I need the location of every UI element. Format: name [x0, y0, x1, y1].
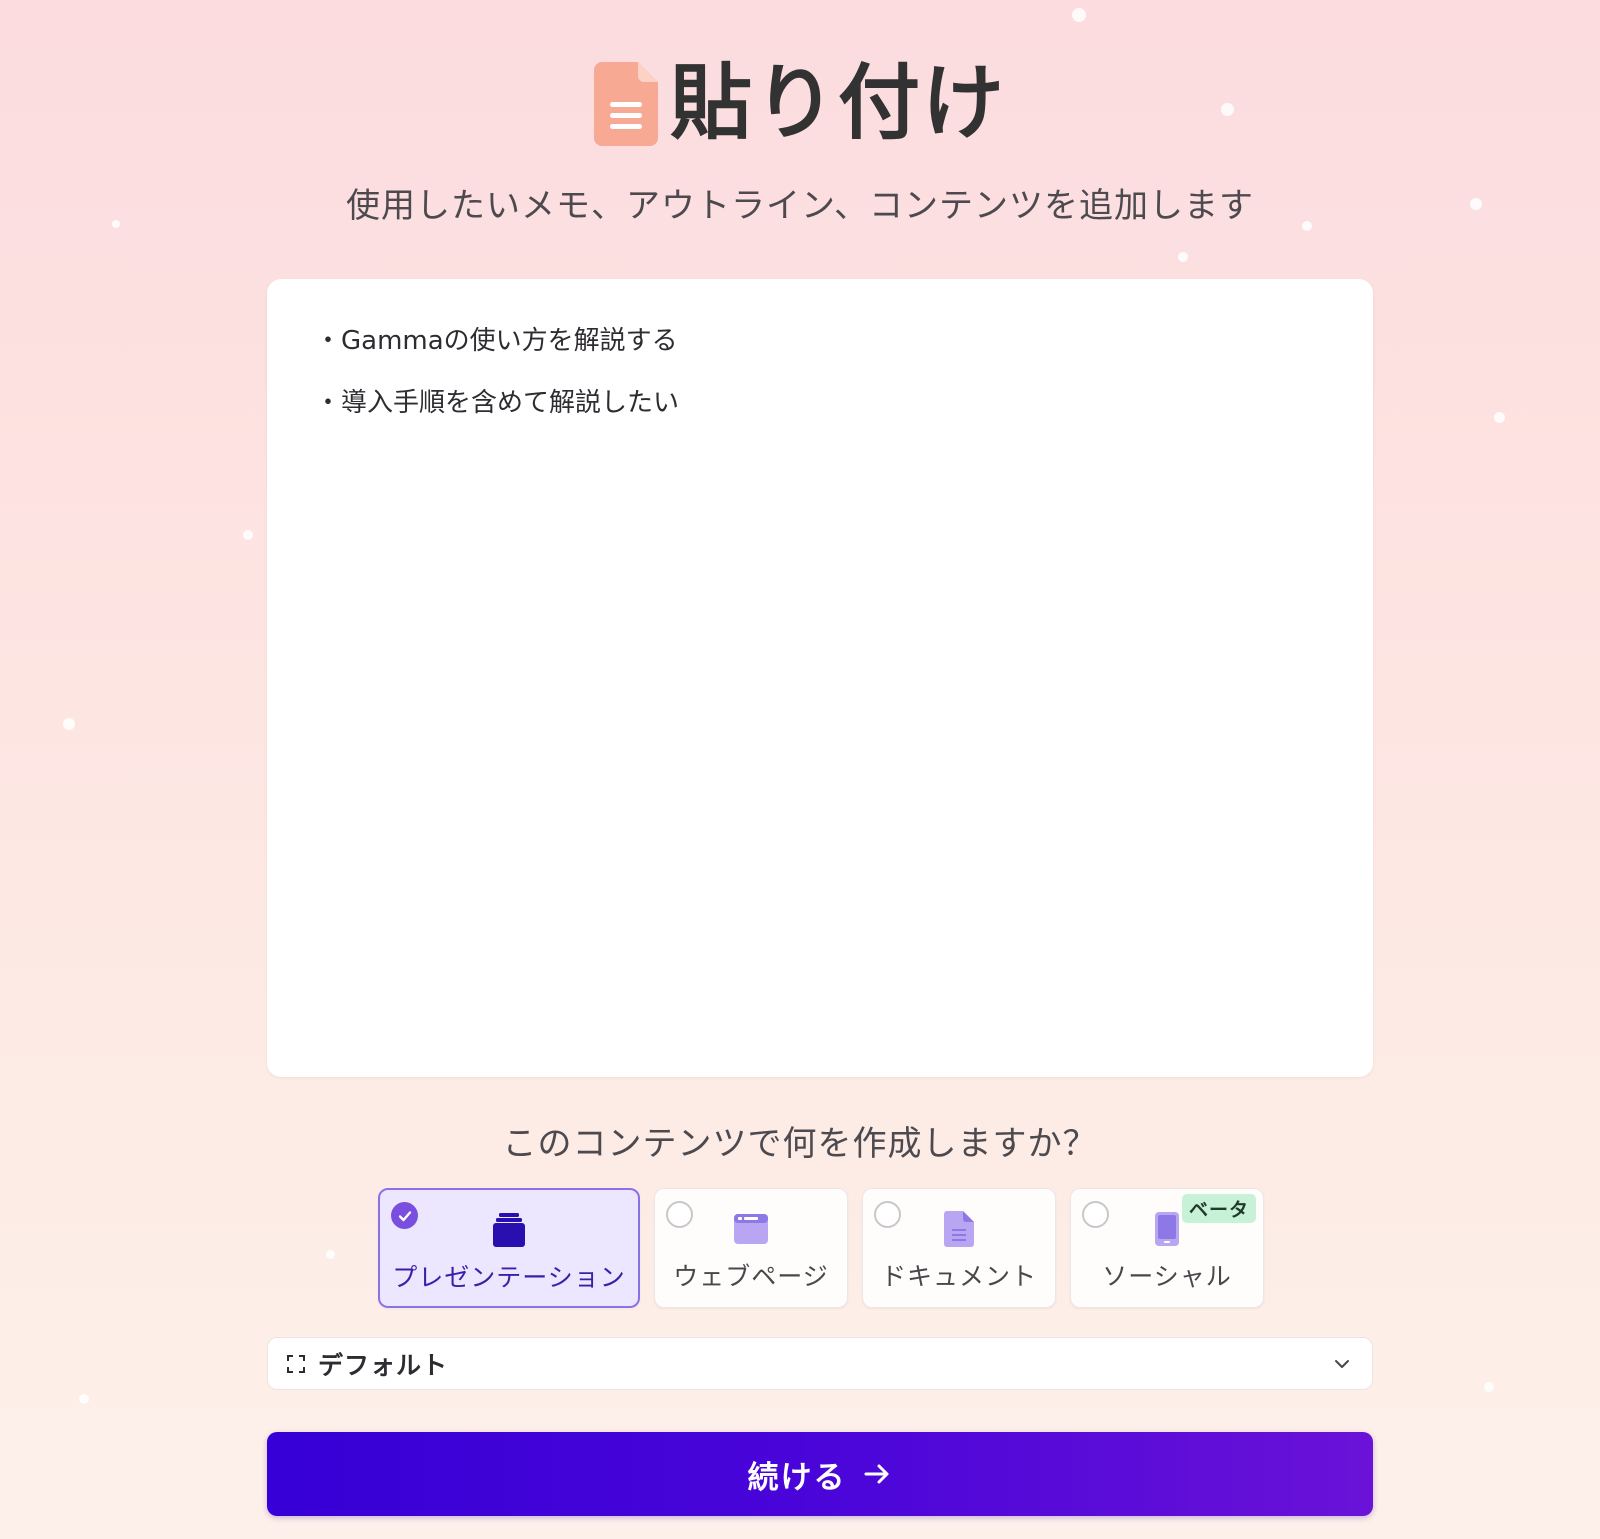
background-dot	[326, 1250, 335, 1259]
background-dot	[243, 530, 253, 540]
background-dot	[1072, 8, 1086, 22]
option-label: ソーシャル	[1102, 1262, 1232, 1291]
background-dot	[1484, 1382, 1494, 1392]
radio-unchecked-icon[interactable]	[874, 1201, 901, 1228]
option-document[interactable]: ドキュメント	[862, 1188, 1056, 1308]
editor-line: ・Gammaの使い方を解説する	[315, 326, 678, 356]
frame-icon	[286, 1354, 306, 1374]
arrow-right-icon	[861, 1458, 893, 1490]
background-dot	[79, 1394, 89, 1404]
chevron-down-icon	[1330, 1352, 1354, 1376]
page-subtitle: 使用したいメモ、アウトライン、コンテンツを追加します	[346, 186, 1254, 226]
background-dot	[63, 718, 75, 730]
option-presentation[interactable]: プレゼンテーション	[378, 1188, 640, 1308]
presentation-icon	[489, 1210, 529, 1250]
continue-button-label: 続ける	[747, 1459, 847, 1496]
format-select[interactable]: デフォルト	[267, 1337, 1373, 1390]
option-label: プレゼンテーション	[392, 1263, 626, 1292]
content-editor[interactable]: ・Gammaの使い方を解説する ・導入手順を含めて解説したい	[267, 279, 1373, 1077]
page-title: 貼り付け	[669, 56, 1006, 151]
output-type-options: プレゼンテーション ウェブページ ドキュメント ベータ ソーシャル	[378, 1188, 1264, 1308]
page-header: 貼り付け	[0, 62, 1600, 146]
beta-badge: ベータ	[1181, 1194, 1256, 1223]
radio-checked-icon[interactable]	[391, 1202, 418, 1229]
option-social[interactable]: ベータ ソーシャル	[1070, 1188, 1264, 1308]
phone-icon	[1147, 1209, 1187, 1249]
document-icon	[593, 62, 658, 146]
background-dot	[1178, 252, 1188, 262]
format-select-value: デフォルト	[318, 1350, 449, 1380]
radio-unchecked-icon[interactable]	[666, 1201, 693, 1228]
create-question: このコンテンツで何を作成しますか？	[502, 1124, 1098, 1164]
radio-unchecked-icon[interactable]	[1082, 1201, 1109, 1228]
document-icon	[939, 1209, 979, 1249]
option-webpage[interactable]: ウェブページ	[654, 1188, 848, 1308]
option-label: ドキュメント	[880, 1262, 1037, 1291]
option-label: ウェブページ	[673, 1262, 829, 1291]
continue-button[interactable]: 続ける	[267, 1432, 1373, 1516]
editor-line: ・導入手順を含めて解説したい	[315, 388, 680, 418]
webpage-icon	[731, 1209, 771, 1249]
background-dot	[1494, 412, 1505, 423]
